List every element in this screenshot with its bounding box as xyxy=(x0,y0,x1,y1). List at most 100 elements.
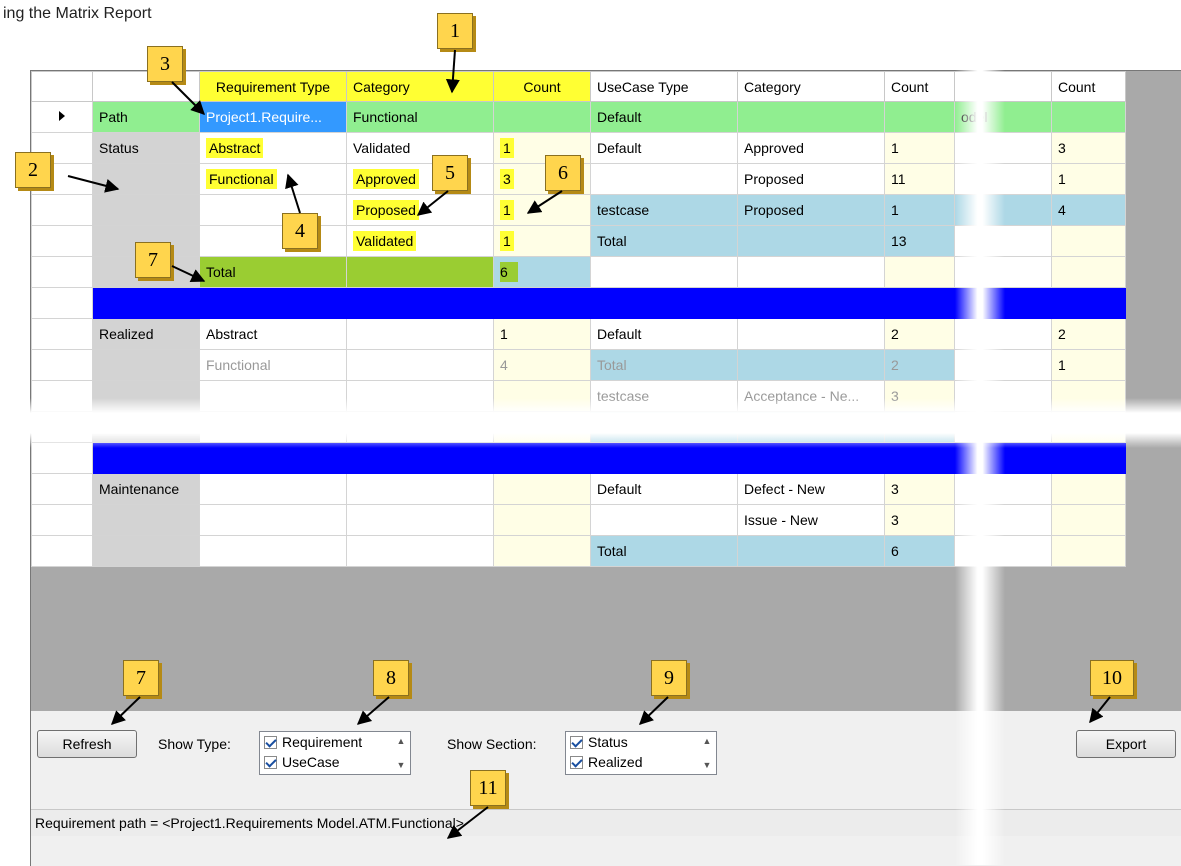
section-cell[interactable] xyxy=(92,535,200,567)
uc-count-cell[interactable] xyxy=(884,256,955,288)
table-row[interactable]: Proposed 1 testcase Proposed 1 4 xyxy=(31,194,1126,226)
uc-type-cell[interactable] xyxy=(590,163,738,195)
extra-count-cell[interactable] xyxy=(1051,535,1126,567)
extra-cell[interactable] xyxy=(954,163,1052,195)
extra-count-cell[interactable] xyxy=(1051,473,1126,505)
req-category-cell[interactable]: Validated xyxy=(346,225,494,257)
uc-count-cell[interactable]: 31 xyxy=(884,411,955,443)
extra-cell[interactable] xyxy=(954,411,1052,443)
header-extra-count[interactable]: Count xyxy=(1051,71,1126,102)
show-type-list[interactable]: Requirement UseCase ▲ ▼ xyxy=(259,731,411,775)
req-category-cell[interactable] xyxy=(346,473,494,505)
path-uc-type-cell[interactable]: Default xyxy=(590,101,738,133)
path-req-category-cell[interactable]: Functional xyxy=(346,101,494,133)
table-row[interactable]: Total 6 xyxy=(31,535,1126,567)
uc-type-cell[interactable]: Total xyxy=(590,535,738,567)
extra-count-cell[interactable]: 1 xyxy=(1051,349,1126,381)
uc-category-cell[interactable]: Acceptance - Ne... xyxy=(737,380,885,412)
uc-type-cell[interactable]: Default xyxy=(590,132,738,164)
header-usecase-type[interactable]: UseCase Type xyxy=(590,71,738,102)
req-category-cell[interactable] xyxy=(346,318,494,350)
section-cell[interactable] xyxy=(92,380,200,412)
path-req-type-cell[interactable]: Project1.Require... xyxy=(199,101,347,133)
uc-count-cell[interactable]: 3 xyxy=(884,473,955,505)
req-count-cell[interactable] xyxy=(493,473,591,505)
section-cell[interactable]: Path xyxy=(92,101,200,133)
scroll-up-icon[interactable]: ▲ xyxy=(703,736,712,746)
req-category-cell[interactable] xyxy=(346,349,494,381)
uc-count-cell[interactable]: 2 xyxy=(884,349,955,381)
extra-count-cell[interactable] xyxy=(1051,225,1126,257)
uc-type-cell[interactable]: testcase xyxy=(590,194,738,226)
path-extra-count-cell[interactable] xyxy=(1051,101,1126,133)
uc-count-cell[interactable]: 11 xyxy=(884,163,955,195)
type-item-usecase[interactable]: UseCase xyxy=(260,752,410,772)
uc-category-cell[interactable]: Issue - New xyxy=(737,504,885,536)
uc-category-cell[interactable] xyxy=(737,318,885,350)
uc-type-cell[interactable]: Default xyxy=(590,318,738,350)
section-cell[interactable]: Realized xyxy=(92,318,200,350)
type-item-requirement[interactable]: Requirement xyxy=(260,732,410,752)
uc-count-cell[interactable]: 2 xyxy=(884,318,955,350)
req-type-cell[interactable] xyxy=(199,380,347,412)
req-type-cell[interactable] xyxy=(199,504,347,536)
uc-category-cell[interactable]: Proposed xyxy=(737,163,885,195)
uc-category-cell[interactable] xyxy=(737,535,885,567)
req-count-cell[interactable] xyxy=(493,411,591,443)
extra-count-cell[interactable]: 1 xyxy=(1051,163,1126,195)
extra-cell[interactable] xyxy=(954,473,1052,505)
header-requirement-type[interactable]: Requirement Type xyxy=(199,71,347,102)
show-section-list[interactable]: Status Realized ▲ ▼ xyxy=(565,731,717,775)
extra-cell[interactable] xyxy=(954,256,1052,288)
uc-type-cell[interactable]: testcase xyxy=(590,380,738,412)
extra-cell[interactable] xyxy=(954,194,1052,226)
section-cell[interactable] xyxy=(92,411,200,443)
path-uc-count-cell[interactable] xyxy=(884,101,955,133)
req-count-cell[interactable] xyxy=(493,535,591,567)
req-category-cell[interactable] xyxy=(346,380,494,412)
extra-cell[interactable] xyxy=(954,535,1052,567)
req-type-cell[interactable] xyxy=(199,535,347,567)
extra-count-cell[interactable] xyxy=(1051,411,1126,443)
uc-category-cell[interactable] xyxy=(737,256,885,288)
uc-type-cell[interactable]: Total xyxy=(590,349,738,381)
req-count-cell[interactable] xyxy=(493,504,591,536)
req-count-cell[interactable]: 1 xyxy=(493,318,591,350)
section-cell[interactable]: Status xyxy=(92,132,200,164)
scroll-down-icon[interactable]: ▼ xyxy=(703,760,712,770)
extra-count-cell[interactable] xyxy=(1051,256,1126,288)
path-req-count-cell[interactable] xyxy=(493,101,591,133)
req-type-cell[interactable]: Abstract xyxy=(199,132,347,164)
uc-category-cell[interactable]: Proposed xyxy=(737,194,885,226)
section-cell[interactable] xyxy=(92,194,200,226)
req-type-cell[interactable]: Functional xyxy=(199,163,347,195)
checkbox-checked-icon[interactable] xyxy=(264,755,277,769)
req-count-cell[interactable]: 1 xyxy=(493,225,591,257)
refresh-button[interactable]: Refresh xyxy=(37,730,137,758)
table-row-total[interactable]: Total 6 xyxy=(31,256,1126,288)
table-row[interactable]: Total 31 xyxy=(31,411,1126,443)
table-row[interactable]: Realized Abstract 1 Default 2 2 xyxy=(31,318,1126,350)
section-item-realized[interactable]: Realized xyxy=(566,752,716,772)
header-req-category[interactable]: Category xyxy=(346,71,494,102)
section-cell[interactable] xyxy=(92,504,200,536)
scroll-down-icon[interactable]: ▼ xyxy=(397,760,406,770)
extra-cell[interactable] xyxy=(954,132,1052,164)
extra-cell[interactable] xyxy=(954,349,1052,381)
uc-type-cell[interactable]: Total xyxy=(590,411,738,443)
table-row[interactable]: Issue - New 3 xyxy=(31,504,1126,536)
req-category-cell[interactable] xyxy=(346,504,494,536)
extra-count-cell[interactable] xyxy=(1051,504,1126,536)
uc-category-cell[interactable]: Approved xyxy=(737,132,885,164)
uc-type-cell[interactable] xyxy=(590,504,738,536)
req-type-cell[interactable]: Total xyxy=(199,256,347,288)
req-type-cell[interactable] xyxy=(199,473,347,505)
uc-type-cell[interactable]: Total xyxy=(590,225,738,257)
extra-count-cell[interactable] xyxy=(1051,380,1126,412)
table-row[interactable]: Validated 1 Total 13 xyxy=(31,225,1126,257)
req-count-cell[interactable]: 4 xyxy=(493,349,591,381)
table-row-path[interactable]: Path Project1.Require... Functional Defa… xyxy=(31,101,1126,133)
list-scrollbar[interactable]: ▲ ▼ xyxy=(392,732,410,774)
req-category-cell[interactable] xyxy=(346,256,494,288)
uc-category-cell[interactable] xyxy=(737,349,885,381)
